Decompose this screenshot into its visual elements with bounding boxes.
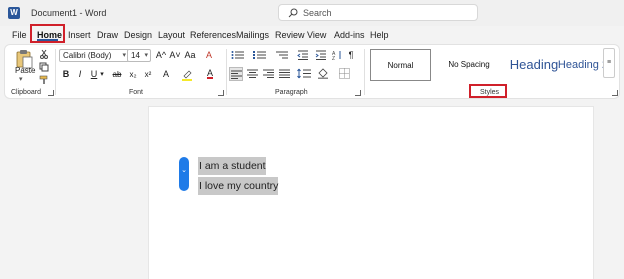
highlight-color-icon[interactable] xyxy=(181,69,193,81)
style-normal[interactable]: Normal xyxy=(370,49,431,81)
font-color-icon[interactable]: A xyxy=(205,68,215,79)
font-name-value: Calibri (Body) xyxy=(63,51,112,60)
search-placeholder: Search xyxy=(303,8,332,18)
document-line[interactable]: I am a student xyxy=(198,157,266,175)
style-no-spacing[interactable]: No Spacing xyxy=(436,49,502,81)
word-app-icon: W xyxy=(8,7,20,19)
chevron-down-icon: ⌄ xyxy=(181,167,187,174)
shrink-font-button[interactable]: A˅ xyxy=(169,50,181,61)
styles-gallery: Normal No Spacing Heading Heading 2 xyxy=(368,49,608,81)
group-separator xyxy=(226,49,227,95)
styles-label-highlight-box xyxy=(469,84,507,98)
italic-button[interactable]: I xyxy=(75,69,85,80)
align-right-icon[interactable] xyxy=(263,69,274,78)
borders-icon[interactable] xyxy=(339,68,350,79)
tab-view[interactable]: View xyxy=(307,30,326,40)
tab-add-ins[interactable]: Add-ins xyxy=(334,30,365,40)
paragraph-group-label: Paragraph xyxy=(275,89,308,96)
tab-references[interactable]: References xyxy=(190,30,236,40)
decrease-indent-icon[interactable] xyxy=(297,50,309,60)
paste-dropdown-icon[interactable]: ▾ xyxy=(19,75,23,83)
multilevel-list-icon[interactable] xyxy=(275,50,289,60)
paragraph-dialog-launcher[interactable] xyxy=(355,90,361,96)
justify-icon[interactable] xyxy=(279,69,290,78)
document-title: Document1 - Word xyxy=(31,8,107,18)
grow-font-button[interactable]: A^ xyxy=(155,50,167,61)
ribbon: Paste ▾ Clipboard Calibri (Body) ▾ 14 ▾ … xyxy=(4,44,620,99)
clipboard-dialog-launcher[interactable] xyxy=(48,90,54,96)
sort-icon[interactable]: A Z xyxy=(332,50,342,60)
styles-gallery-more-icon[interactable]: ≡ xyxy=(603,48,615,78)
format-painter-icon[interactable] xyxy=(39,75,49,85)
tab-mailings[interactable]: Mailings xyxy=(236,30,269,40)
tab-layout[interactable]: Layout xyxy=(158,30,185,40)
clipboard-group-label: Clipboard xyxy=(11,89,41,96)
chevron-down-icon[interactable]: ▾ xyxy=(99,69,105,80)
chevron-down-icon[interactable]: ▾ xyxy=(144,50,148,61)
document-line[interactable]: I love my country xyxy=(198,177,279,195)
font-group-label: Font xyxy=(129,89,144,96)
paragraph-handle[interactable]: ⌄ xyxy=(179,157,189,191)
tab-help[interactable]: Help xyxy=(370,30,389,40)
align-center-icon[interactable] xyxy=(247,69,258,78)
bold-button[interactable]: B xyxy=(61,69,71,80)
styles-dialog-launcher[interactable] xyxy=(612,90,618,96)
title-bar: W Document1 - Word Search xyxy=(0,0,624,26)
clear-formatting-icon[interactable]: A xyxy=(203,50,215,61)
font-dialog-launcher[interactable] xyxy=(218,90,224,96)
line-spacing-icon[interactable] xyxy=(297,68,311,79)
font-size-value: 14 xyxy=(131,51,140,60)
change-case-button[interactable]: Aa xyxy=(183,50,197,61)
align-left-icon xyxy=(231,70,242,79)
superscript-button[interactable]: x² xyxy=(142,69,154,80)
search-icon xyxy=(288,8,298,18)
svg-text:Z: Z xyxy=(332,56,335,60)
font-name-box[interactable]: Calibri (Body) ▾ xyxy=(59,49,129,62)
search-box[interactable]: Search xyxy=(278,4,478,21)
chevron-down-icon[interactable]: ▾ xyxy=(122,50,126,61)
font-size-box[interactable]: 14 ▾ xyxy=(127,49,151,62)
tab-insert[interactable]: Insert xyxy=(68,30,91,40)
cut-icon[interactable] xyxy=(39,49,49,59)
show-formatting-marks-button[interactable]: ¶ xyxy=(346,50,356,61)
home-tab-highlight-box xyxy=(30,24,65,43)
tab-review[interactable]: Review xyxy=(275,30,305,40)
ribbon-tabs: File Home Insert Draw Design Layout Refe… xyxy=(0,26,624,44)
group-separator xyxy=(55,49,56,95)
paste-button-label[interactable]: Paste xyxy=(15,66,35,75)
shading-icon[interactable] xyxy=(317,68,329,79)
align-left-button[interactable] xyxy=(229,67,243,81)
text-effects-icon[interactable]: A xyxy=(160,69,172,80)
tab-file[interactable]: File xyxy=(12,30,27,40)
numbering-icon[interactable] xyxy=(253,50,267,60)
bullets-icon[interactable] xyxy=(231,50,245,60)
strikethrough-button[interactable]: ab xyxy=(111,69,123,80)
increase-indent-icon[interactable] xyxy=(315,50,327,60)
group-separator xyxy=(364,49,365,95)
copy-icon[interactable] xyxy=(39,62,49,72)
underline-button[interactable]: U xyxy=(89,69,99,80)
tab-draw[interactable]: Draw xyxy=(97,30,118,40)
tab-design[interactable]: Design xyxy=(124,30,152,40)
subscript-button[interactable]: x₂ xyxy=(127,69,139,80)
